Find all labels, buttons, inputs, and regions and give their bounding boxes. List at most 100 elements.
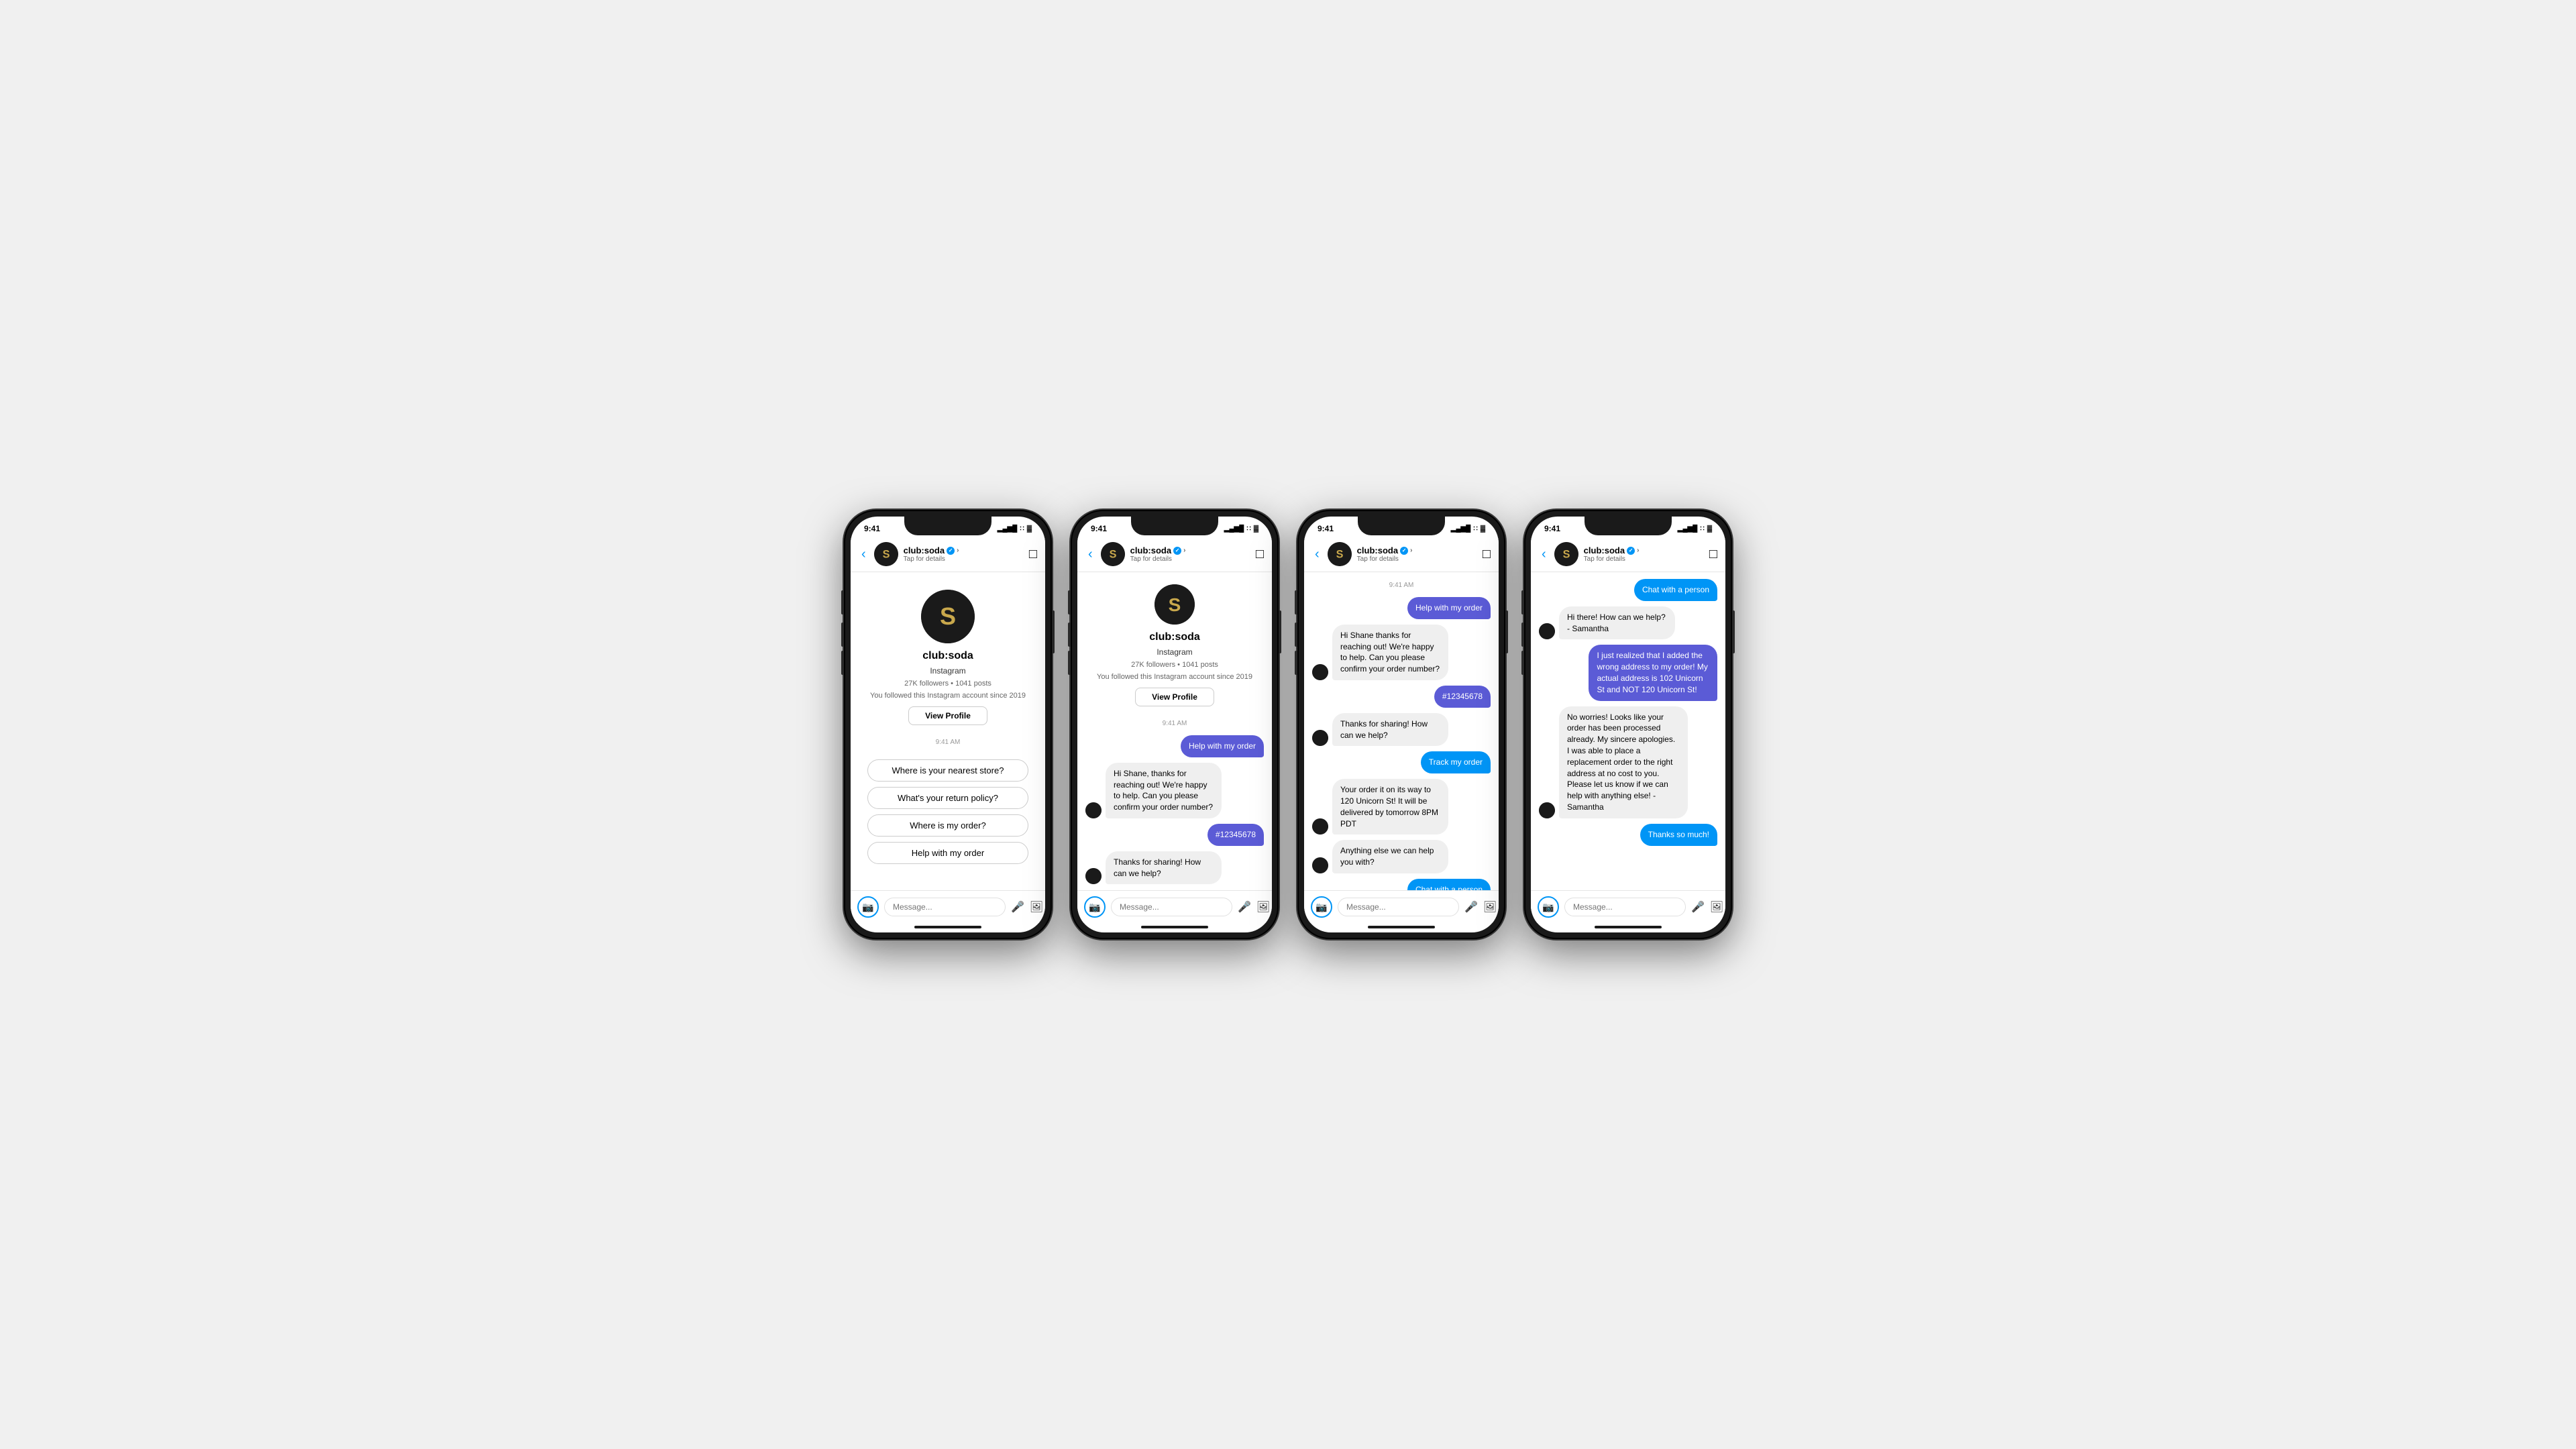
mic-icon[interactable]: 🎤 [1011, 900, 1024, 914]
header-subtitle: Tap for details [1357, 555, 1477, 563]
input-icons: 🎤 🖼 😊 [1464, 900, 1499, 914]
profile-card: S club:soda Instagram 27K followers • 10… [859, 579, 1037, 731]
video-call-button[interactable]: □ [1483, 547, 1491, 562]
svg-text:S: S [1562, 548, 1570, 560]
chevron-icon: › [1410, 547, 1412, 554]
header-info: club:soda ✓ › Tap for details [1130, 545, 1250, 563]
quick-reply-store[interactable]: Where is your nearest store? [867, 759, 1028, 782]
profile-name: club:soda [922, 650, 973, 662]
p3-msg-4: Thanks for sharing! How can we help? [1312, 713, 1491, 747]
header-name: club:soda ✓ › [1130, 545, 1250, 555]
quick-reply-return[interactable]: What's your return policy? [867, 787, 1028, 809]
message-input[interactable] [1338, 898, 1459, 916]
timestamp-3: 9:41 AM [1312, 582, 1491, 589]
signal-icon: ▂▄▆█ [1678, 525, 1698, 533]
bubble: Anything else we can help you with? [1332, 840, 1448, 873]
phone-4-notch [1585, 517, 1672, 535]
phone-3-notch [1358, 517, 1445, 535]
camera-button[interactable]: 📷 [1311, 896, 1332, 918]
phone-4-chat-area: Chat with a person Hi there! How can we … [1531, 572, 1725, 890]
back-button[interactable]: ‹ [1312, 547, 1322, 562]
video-call-button[interactable]: □ [1709, 547, 1717, 562]
view-profile-button[interactable]: View Profile [908, 706, 987, 725]
back-button[interactable]: ‹ [1085, 547, 1095, 562]
phone-2-header: ‹ S club:soda ✓ › Tap for detail [1077, 538, 1272, 572]
gallery-icon[interactable]: 🖼 [1710, 900, 1723, 914]
p3-msg-6: Your order it on its way to 120 Unicorn … [1312, 779, 1491, 835]
msg-avatar [1312, 730, 1328, 746]
header-subtitle: Tap for details [1130, 555, 1250, 563]
quick-reply-order[interactable]: Where is my order? [867, 814, 1028, 837]
bubble: #12345678 [1434, 686, 1491, 708]
profile-platform: Instagram [930, 666, 965, 676]
p3-msg-3: #12345678 [1312, 686, 1491, 708]
profile-stats: 27K followers • 1041 posts [904, 680, 991, 688]
phone-4: 9:41 ▂▄▆█ ∷ ▓ ‹ S [1524, 510, 1732, 939]
bubble: Chat with a person [1407, 879, 1491, 890]
verified-badge: ✓ [1400, 547, 1408, 555]
video-call-button[interactable]: □ [1029, 547, 1037, 562]
msg-avatar [1085, 802, 1102, 818]
signal-icon: ▂▄▆█ [1224, 525, 1244, 533]
phone-2-frame: 9:41 ▂▄▆█ ∷ ▓ ‹ S [1071, 510, 1279, 939]
svg-text:S: S [1336, 548, 1343, 560]
signal-icon: ▂▄▆█ [998, 525, 1018, 533]
phone-3-time: 9:41 [1318, 524, 1334, 533]
wifi-icon: ∷ [1246, 525, 1250, 533]
wifi-icon: ∷ [1700, 525, 1704, 533]
mic-icon[interactable]: 🎤 [1691, 900, 1705, 914]
mic-icon[interactable]: 🎤 [1464, 900, 1478, 914]
mic-icon[interactable]: 🎤 [1238, 900, 1251, 914]
bubble-received: Hi Shane, thanks for reaching out! We're… [1106, 763, 1222, 818]
msg-sent-1: Help with my order [1085, 735, 1264, 757]
back-button[interactable]: ‹ [859, 547, 869, 562]
phone-2-screen: 9:41 ▂▄▆█ ∷ ▓ ‹ S [1077, 517, 1272, 932]
phone-3-chat-area: 9:41 AM Help with my order Hi Shane than… [1304, 572, 1499, 890]
camera-button[interactable]: 📷 [1084, 896, 1106, 918]
gallery-icon[interactable]: 🖼 [1030, 900, 1043, 914]
battery-icon: ▓ [1707, 525, 1712, 533]
wifi-icon: ∷ [1473, 525, 1477, 533]
gallery-icon[interactable]: 🖼 [1483, 900, 1497, 914]
msg-avatar [1539, 623, 1555, 639]
header-info: club:soda ✓ › Tap for details [1357, 545, 1477, 563]
camera-button[interactable]: 📷 [1538, 896, 1559, 918]
gallery-icon[interactable]: 🖼 [1256, 900, 1270, 914]
message-input[interactable] [1564, 898, 1686, 916]
msg-received-2: Thanks for sharing! How can we help? [1085, 851, 1264, 885]
p3-msg-2: Hi Shane thanks for reaching out! We're … [1312, 625, 1491, 680]
phone-1-time: 9:41 [864, 524, 880, 533]
phone-2-chat-area: S club:soda Instagram 27K followers • 10… [1077, 572, 1272, 890]
video-call-button[interactable]: □ [1256, 547, 1264, 562]
profile-avatar-large-2: S [1155, 584, 1195, 625]
timestamp-1: 9:41 AM [859, 739, 1037, 746]
bubble: Track my order [1421, 751, 1491, 773]
wifi-icon: ∷ [1020, 525, 1024, 533]
message-input[interactable] [1111, 898, 1232, 916]
phone-1-frame: 9:41 ▂▄▆█ ∷ ▓ ‹ S [844, 510, 1052, 939]
header-avatar: S [874, 542, 898, 566]
home-indicator [1368, 926, 1435, 928]
verified-badge: ✓ [947, 547, 955, 555]
view-profile-button-2[interactable]: View Profile [1135, 688, 1214, 706]
phone-4-status-icons: ▂▄▆█ ∷ ▓ [1678, 525, 1712, 533]
phone-4-header: ‹ S club:soda ✓ › Tap for detail [1531, 538, 1725, 572]
camera-button[interactable]: 📷 [857, 896, 879, 918]
phone-1-notch [904, 517, 991, 535]
phone-1-chat-area: S club:soda Instagram 27K followers • 10… [851, 572, 1045, 890]
phone-1-screen: 9:41 ▂▄▆█ ∷ ▓ ‹ S [851, 517, 1045, 932]
quick-reply-help[interactable]: Help with my order [867, 842, 1028, 864]
message-input[interactable] [884, 898, 1006, 916]
phone-4-frame: 9:41 ▂▄▆█ ∷ ▓ ‹ S [1524, 510, 1732, 939]
phone-1-header: ‹ S club:soda ✓ › Tap for detail [851, 538, 1045, 572]
battery-icon: ▓ [1027, 525, 1032, 533]
phone-3-frame: 9:41 ▂▄▆█ ∷ ▓ ‹ S [1297, 510, 1505, 939]
header-avatar: S [1328, 542, 1352, 566]
header-name: club:soda ✓ › [1357, 545, 1477, 555]
bubble: Hi Shane thanks for reaching out! We're … [1332, 625, 1448, 680]
phone-2-notch [1131, 517, 1218, 535]
back-button[interactable]: ‹ [1539, 547, 1549, 562]
msg-avatar [1312, 664, 1328, 680]
bubble: Thanks for sharing! How can we help? [1332, 713, 1448, 747]
msg-avatar-2 [1085, 868, 1102, 884]
